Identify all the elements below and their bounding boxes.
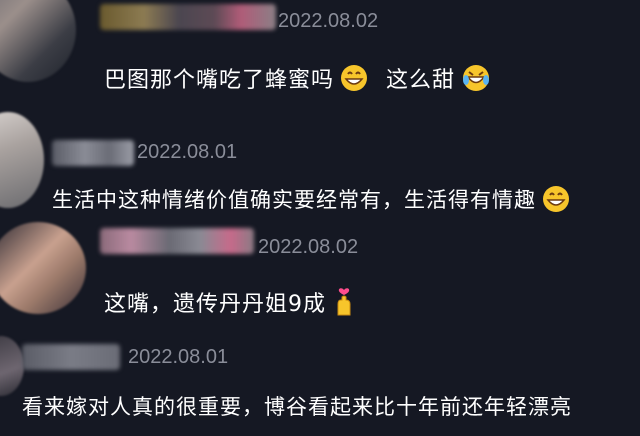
username-blurred[interactable] [100,4,276,30]
avatar[interactable] [0,222,86,314]
comment-text-part2: 这么甜 [386,68,456,93]
avatar[interactable] [0,0,76,82]
comment-text-part1: 巴图那个嘴吃了蜂蜜吗 [104,68,335,93]
comment-text-part1: 这嘴，遗传丹丹姐9成 [104,292,326,317]
comment-date: 2022.08.02 [278,10,379,32]
comment-date: 2022.08.01 [128,346,229,368]
comment-date: 2022.08.01 [137,141,238,163]
comment-text-part1: 生活中这种情绪价值确实要经常有，生活得有情趣 [52,188,536,212]
grin-emoji-icon [542,185,570,218]
comment-text: 巴图那个嘴吃了蜂蜜吗 这么甜 [104,62,491,98]
avatar[interactable] [0,112,44,208]
finger-heart-icon [332,287,356,323]
avatar[interactable] [0,336,24,396]
comment-text: 看来嫁对人真的很重要，博谷看起来比十年前还年轻漂亮 [22,395,572,419]
username-blurred[interactable] [100,228,254,254]
comment-text: 这嘴，遗传丹丹姐9成 [104,286,356,323]
comment-date: 2022.08.02 [258,236,359,258]
username-blurred[interactable] [52,140,134,166]
username-blurred[interactable] [22,344,120,370]
rofl-emoji-icon [461,64,491,98]
grin-emoji-icon [340,64,368,98]
comment-text: 生活中这种情绪价值确实要经常有，生活得有情趣 [52,184,570,218]
